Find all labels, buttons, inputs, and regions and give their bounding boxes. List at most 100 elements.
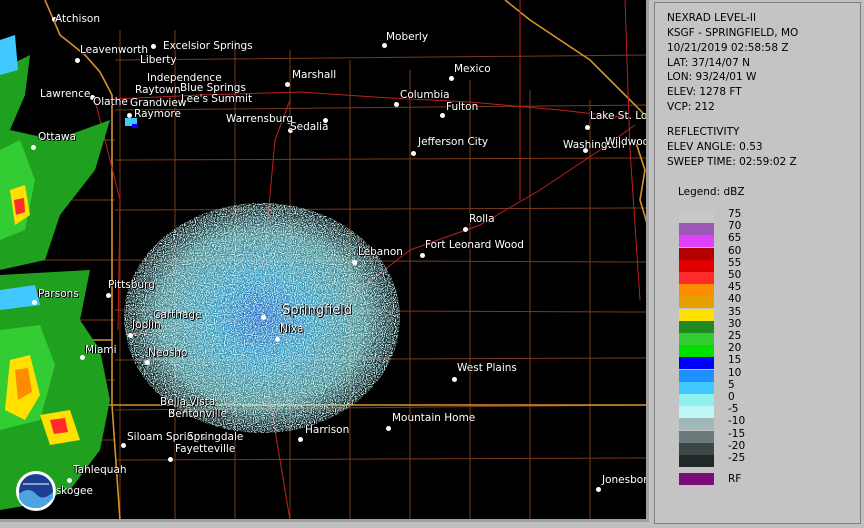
city-label-lees-summit[interactable]: Lee's Summit [181,93,252,105]
city-label-west-plains[interactable]: West Plains [457,362,517,374]
city-label-raytown[interactable]: Raytown [135,84,181,96]
city-label-neosho[interactable]: Neosho [148,347,187,359]
city-label-nixa[interactable]: Nixa [280,323,303,335]
city-label-olathe[interactable]: Olathe [93,96,128,108]
radar-map[interactable]: Atchison Excelsior Springs Leavenworth L… [0,0,649,522]
city-label-excelsior-springs[interactable]: Excelsior Springs [163,40,253,52]
legend-label: 30 [728,317,742,330]
city-dot [127,113,132,118]
city-label-lawrence[interactable]: Lawrence [40,88,90,100]
city-label-wildwood[interactable]: Wildwood [605,136,649,148]
station-elev: ELEV: 1278 FT [667,86,742,98]
scan-datetime: 10/21/2019 02:58:58 Z [667,42,789,54]
station-lon: LON: 93/24/01 W [667,71,757,83]
legend-swatch [679,357,714,370]
legend-swatch [679,455,714,467]
city-dot [128,333,133,338]
legend-swatch [679,381,714,394]
legend-swatch [679,223,714,236]
city-dot [382,43,387,48]
city-dot [121,443,126,448]
city-label-bella-vista[interactable]: Bella Vista [160,396,215,408]
station-name: KSGF - SPRINGFIELD, MO [667,27,799,39]
legend-label: -15 [728,427,746,440]
legend-label: 15 [728,354,742,367]
city-label-springfield[interactable]: Springfield [282,303,352,318]
city-label-marshall[interactable]: Marshall [292,69,336,81]
city-label-lebanon[interactable]: Lebanon [358,246,403,258]
legend-swatch [679,418,714,431]
legend-label: 70 [728,220,742,233]
station-lat: LAT: 37/14/07 N [667,57,750,69]
city-label-raymore[interactable]: Raymore [134,108,181,120]
city-label-fort-leonard-wood[interactable]: Fort Leonard Wood [425,239,524,251]
legend-swatch [679,333,714,345]
city-label-parsons[interactable]: Parsons [38,288,79,300]
city-label-ottawa[interactable]: Ottawa [38,131,76,143]
city-dot [386,426,391,431]
city-label-springdale[interactable]: Springdale [187,431,243,443]
city-label-jefferson-city[interactable]: Jefferson City [418,136,488,148]
city-label-fayetteville[interactable]: Fayetteville [175,443,235,455]
legend-label: 50 [728,269,742,281]
city-label-atchison[interactable]: Atchison [55,13,100,25]
city-dot [106,293,111,298]
city-label-lake-st-louis[interactable]: Lake St. Louis [590,110,649,122]
legend-label: 40 [728,293,742,306]
legend-swatch [679,211,714,223]
sweep-time: SWEEP TIME: 02:59:02 Z [667,156,797,168]
legend-label: 10 [728,366,742,379]
legend-title: Legend: dBZ [678,186,745,198]
city-dot [168,457,173,462]
city-dot [145,360,150,365]
legend-swatch [679,308,714,321]
legend-label: 0 [728,391,735,403]
legend-swatch [679,369,714,382]
city-label-moberly[interactable]: Moberly [386,31,428,43]
legend-label: -5 [728,403,739,416]
city-dot [31,145,36,150]
legend-swatch [679,394,714,406]
city-label-harrison[interactable]: Harrison [305,424,349,436]
city-dot [67,478,72,483]
city-dot [261,315,266,320]
legend-swatch [679,272,714,284]
city-label-liberty[interactable]: Liberty [140,54,177,66]
city-dot [411,151,416,156]
city-label-joplin[interactable]: Joplin [132,319,161,331]
city-dot [463,227,468,232]
legend-swatch [679,320,714,333]
city-label-mountain-home[interactable]: Mountain Home [392,412,475,424]
city-label-miami[interactable]: Miami [85,344,117,356]
city-label-warrensburg[interactable]: Warrensburg [226,113,293,125]
city-label-bentonville[interactable]: Bentonville [168,408,227,420]
legend-label: 5 [728,378,735,391]
city-label-columbia[interactable]: Columbia [400,89,450,101]
legend-swatch [679,442,714,455]
city-label-pittsburg[interactable]: Pittsburg [108,279,155,291]
legend-swatch [679,345,714,358]
noaa-logo [16,471,56,511]
city-dot [32,300,37,305]
legend-label: 45 [728,281,742,294]
city-dot [352,260,357,265]
legend-label: 25 [728,330,742,342]
city-dot [151,44,156,49]
city-label-rolla[interactable]: Rolla [469,213,495,225]
city-label-leavenworth[interactable]: Leavenworth [80,44,148,56]
city-dot [420,253,425,258]
city-dot [440,113,445,118]
city-label-tahlequah[interactable]: Tahlequah [73,464,127,476]
vcp: VCP: 212 [667,101,715,113]
legend-label: 55 [728,256,742,269]
city-label-mexico[interactable]: Mexico [454,63,491,75]
legend-label: 65 [728,232,742,245]
city-label-sedalia[interactable]: Sedalia [290,121,329,133]
legend-rf-label: RF [728,473,742,485]
city-label-fulton[interactable]: Fulton [446,101,478,113]
legend-swatch [679,259,714,272]
legend-swatch [679,235,714,248]
city-label-jonesboro[interactable]: Jonesboro [602,474,649,486]
city-dot [298,437,303,442]
city-dot [449,76,454,81]
